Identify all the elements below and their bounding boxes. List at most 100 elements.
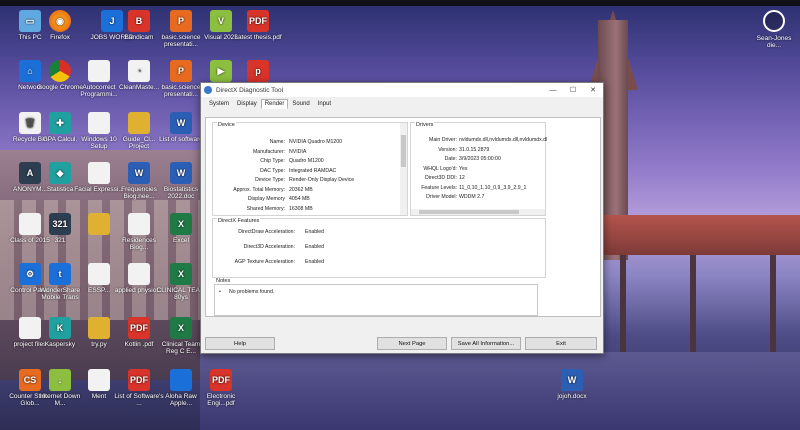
property-value: Render-Only Display Device	[289, 177, 355, 183]
title-bar[interactable]: DirectX Diagnostic Tool — ☐ ✕	[201, 83, 603, 97]
desktop-icon-glyph-icon: p	[247, 60, 269, 82]
property-value: Enabled	[305, 229, 325, 235]
device-scroll-thumb[interactable]	[401, 135, 406, 167]
drivers-heading: Drivers	[415, 122, 435, 128]
desktop-icon-glyph-icon: W	[170, 112, 192, 134]
desktop-icon-label: 321	[54, 237, 66, 244]
property-label: DirectDraw Acceleration:	[238, 229, 295, 235]
maximize-button[interactable]: ☐	[563, 83, 583, 97]
property-label: AGP Texture Acceleration:	[234, 259, 295, 265]
window-controls: — ☐ ✕	[543, 83, 603, 97]
wallpaper-bridge-post	[690, 255, 696, 365]
user-account-tile[interactable]: Sean-Jones die...	[754, 10, 794, 49]
property-value: 31.0.15.2879	[459, 146, 490, 153]
desktop-icon-glyph-icon: PDF	[210, 369, 232, 391]
desktop-icon-glyph-icon: W	[170, 162, 192, 184]
desktop-icon-label: Electronic Engi...pdf	[206, 393, 236, 407]
property-value: 12	[459, 175, 465, 181]
property-label: Main Driver:	[429, 137, 457, 143]
property-label: Feature Levels:	[421, 184, 457, 191]
property-value: Enabled	[305, 259, 325, 265]
desktop-icon-glyph-icon: ◆	[49, 162, 71, 184]
property-label: DAC Type:	[260, 167, 285, 174]
tab-render[interactable]: Render	[260, 99, 289, 109]
device-heading: Device	[217, 122, 236, 128]
drivers-scroll-thumb[interactable]	[419, 210, 519, 214]
desktop-icon-label: Latest thesis.pdf	[234, 34, 282, 41]
property-label: Name:	[269, 139, 285, 145]
desktop-icon[interactable]: PDF Electronic Engi...pdf	[195, 369, 247, 407]
property-value: Integrated RAMDAC	[289, 167, 337, 174]
close-button[interactable]: ✕	[583, 83, 603, 97]
property-value: Quadro M1200	[289, 158, 324, 164]
desktop-icon[interactable]: p	[232, 60, 284, 84]
property-label: Manufacturer:	[252, 148, 285, 155]
desktop-icon-glyph-icon: ◉	[49, 10, 71, 32]
notes-item: No problems found.	[229, 289, 275, 295]
wallpaper-bridge-post	[620, 255, 626, 365]
desktop-icon-glyph-icon: X	[170, 317, 192, 339]
desktop-icon-glyph-icon: B	[128, 10, 150, 32]
dxdiag-app-icon	[204, 86, 212, 94]
next-page-button[interactable]: Next Page	[377, 337, 447, 350]
desktop-icon[interactable]: ◉ Firefox	[34, 10, 86, 41]
desktop-icon-glyph-icon: P	[170, 60, 192, 82]
desktop-icon-glyph-icon: W	[561, 369, 583, 391]
tab-sound[interactable]: Sound	[288, 99, 313, 109]
save-all-information-button[interactable]: Save All Information...	[451, 337, 521, 350]
tab-strip: System Display Render Sound Input	[201, 97, 603, 109]
desktop-icon-glyph-icon: ✚	[49, 112, 71, 134]
desktop-icon-glyph-icon	[88, 317, 110, 339]
desktop-icon-glyph-icon: ▶	[210, 60, 232, 82]
desktop-icon-glyph-icon	[88, 369, 110, 391]
property-label: Display Memory	[247, 196, 285, 202]
property-value: 16308 MB	[289, 205, 313, 212]
tab-system[interactable]: System	[205, 99, 233, 109]
property-label: Version:	[438, 146, 457, 153]
property-label: Date:	[444, 156, 457, 162]
property-label: WHQL Logo'd:	[423, 165, 457, 172]
tab-input[interactable]: Input	[314, 99, 335, 109]
user-icon	[763, 10, 785, 32]
property-label: Approx. Total Memory:	[233, 186, 285, 193]
user-tile-label: Sean-Jones die...	[756, 35, 792, 49]
property-label: Direct3D DDI:	[425, 175, 457, 181]
desktop-icon-glyph-icon	[88, 213, 110, 235]
desktop-icon-glyph-icon: V	[210, 10, 232, 32]
property-label: Device Type:	[255, 177, 285, 183]
desktop-icon-glyph-icon: P	[170, 10, 192, 32]
tab-display[interactable]: Display	[233, 99, 261, 109]
property-value: NVIDIA	[289, 148, 307, 155]
desktop-icon-glyph-icon	[88, 112, 110, 134]
property-label: Shared Memory:	[246, 205, 285, 212]
desktop-icon[interactable]: PDF Latest thesis.pdf	[232, 10, 284, 41]
desktop-icon[interactable]: Wjojoh.docx	[546, 369, 598, 400]
desktop-icon-glyph-icon: PDF	[128, 317, 150, 339]
desktop-icon-label: Firefox	[50, 34, 70, 41]
property-value: nvldumdx.dll,nvldumdx.dll,nvldumdx.dl	[459, 137, 548, 143]
exit-button[interactable]: Exit	[525, 337, 597, 350]
drivers-scrollbar[interactable]	[411, 209, 545, 215]
desktop-icon-glyph-icon: X	[170, 263, 192, 285]
property-label: Direct3D Acceleration:	[243, 244, 295, 250]
desktop-icon-label: jojoh.docx	[557, 393, 587, 400]
property-value: WDDM 2.7	[459, 194, 485, 200]
desktop-icon-glyph-icon	[88, 162, 110, 184]
help-button[interactable]: Help	[205, 337, 275, 350]
device-scrollbar[interactable]	[400, 123, 407, 215]
desktop-icon-glyph-icon: PDF	[128, 369, 150, 391]
wallpaper-bridge-post	[770, 255, 776, 365]
desktop-icon-glyph-icon	[170, 369, 192, 391]
notes-bullet: •	[219, 289, 221, 295]
property-value: 3/9/2023 05:00:00	[459, 156, 501, 162]
minimize-button[interactable]: —	[543, 83, 563, 97]
desktop-icon-glyph-icon	[128, 112, 150, 134]
desktop-icon-glyph-icon	[88, 60, 110, 82]
directx-features-group: DirectX Features DirectDraw Acceleration…	[212, 218, 546, 278]
notes-box[interactable]: • No problems found.	[214, 284, 538, 316]
property-label: Driver Model:	[426, 194, 457, 200]
property-value: Enabled	[305, 244, 325, 250]
drivers-group: Drivers Main Driver: nvldumdx.dll,nvldumd…	[410, 122, 548, 216]
features-heading: DirectX Features	[217, 218, 261, 224]
property-label: Chip Type:	[260, 158, 285, 164]
